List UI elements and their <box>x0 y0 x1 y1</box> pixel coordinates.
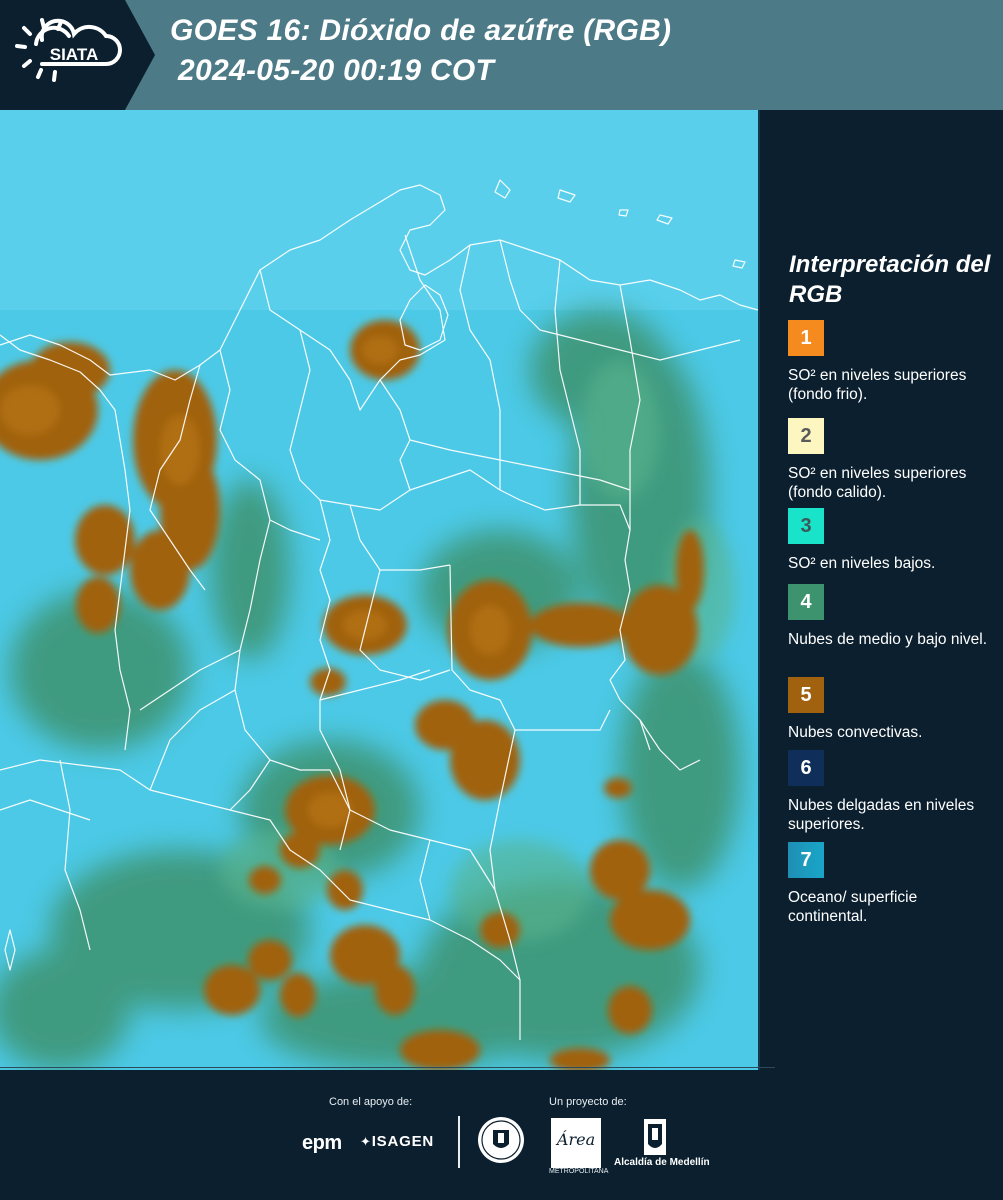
legend-label-1: SO² en niveles superiores (fondo frio). <box>788 367 967 403</box>
siata-logo[interactable]: SIATA <box>14 14 126 96</box>
satellite-map[interactable] <box>0 110 758 1070</box>
legend-title: Interpretación del RGB <box>789 251 991 308</box>
isagen-logo-text: ISAGEN <box>371 1133 435 1150</box>
footer-separator <box>458 1116 460 1168</box>
header-notch <box>125 0 155 110</box>
alcaldia-shield-icon[interactable] <box>643 1118 667 1156</box>
legend-swatch-5: 5 <box>788 677 824 713</box>
legend-swatch-3: 3 <box>788 508 824 544</box>
legend-swatch-1: 1 <box>788 320 824 356</box>
map-canvas <box>0 110 758 1070</box>
legend-item-1: 1 SO² en niveles superiores (fondo frio)… <box>788 320 993 404</box>
area-metropolitana-logo[interactable]: Área <box>551 1118 601 1168</box>
legend-item-4: 4 Nubes de medio y bajo nivel. <box>788 584 993 649</box>
legend-item-6: 6 Nubes delgadas en niveles superiores. <box>788 750 993 834</box>
legend-label-2: SO² en niveles superiores (fondo calido)… <box>788 465 967 501</box>
support-label: Con el apoyo de: <box>329 1096 413 1108</box>
timestamp: 2024-05-20 00:19 COT <box>178 54 495 87</box>
legend-label-5: Nubes convectivas. <box>788 724 923 741</box>
legend-item-2: 2 SO² en niveles superiores (fondo calid… <box>788 418 993 502</box>
footer-divider <box>0 1067 775 1068</box>
project-label: Un proyecto de: <box>549 1096 627 1108</box>
legend-item-3: 3 SO² en niveles bajos. <box>788 508 993 573</box>
legend-label-3: SO² en niveles bajos. <box>788 555 936 572</box>
siata-logo-text: SIATA <box>50 45 98 64</box>
legend-item-7: 7 Oceano/ superficie continental. <box>788 842 993 926</box>
legend-swatch-7: 7 <box>788 842 824 878</box>
alcaldia-label: Alcaldía de Medellín <box>614 1157 710 1168</box>
legend-swatch-6: 6 <box>788 750 824 786</box>
legend-item-5: 5 Nubes convectivas. <box>788 677 993 742</box>
footer: Con el apoyo de: Un proyecto de: epm ✦IS… <box>0 1067 1003 1200</box>
legend-label-7: Oceano/ superficie continental. <box>788 889 918 925</box>
area-logo-script: Área <box>556 1130 596 1149</box>
medellin-seal-icon[interactable] <box>477 1116 525 1164</box>
page-title: GOES 16: Dióxido de azúfre (RGB) <box>170 14 672 47</box>
isagen-mark-icon: ✦ <box>360 1134 372 1149</box>
header: SIATA GOES 16: Dióxido de azúfre (RGB) 2… <box>0 0 1003 110</box>
isagen-logo[interactable]: ✦ISAGEN <box>360 1133 434 1150</box>
legend-label-4: Nubes de medio y bajo nivel. <box>788 631 988 648</box>
epm-logo[interactable]: epm <box>302 1132 342 1155</box>
legend-panel: Interpretación del RGB 1 SO² en niveles … <box>760 110 1003 1070</box>
legend-swatch-4: 4 <box>788 584 824 620</box>
area-metropolitana-label: METROPOLITANA <box>549 1168 609 1175</box>
legend-label-6: Nubes delgadas en niveles superiores. <box>788 797 975 833</box>
legend-swatch-2: 2 <box>788 418 824 454</box>
